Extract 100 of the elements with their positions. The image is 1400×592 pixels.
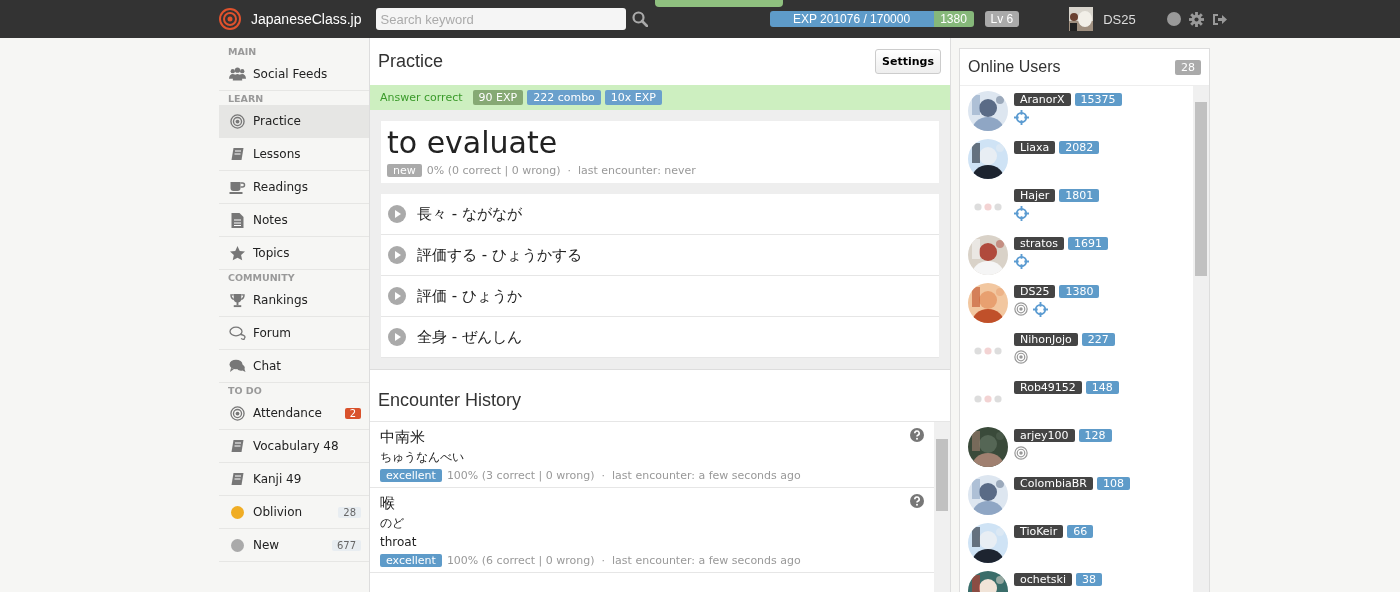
target-icon	[1014, 350, 1028, 364]
user-name[interactable]: ColombiaBR	[1014, 477, 1093, 490]
word-text: to evaluate	[387, 124, 559, 162]
panel-title: Practice	[378, 51, 444, 72]
score-badge: 1801	[1059, 189, 1100, 202]
sidebar-item[interactable]: Readings	[219, 171, 369, 204]
section-heading: TO DO	[227, 384, 263, 397]
feedback-text: Answer correct	[380, 91, 463, 104]
crosshair-icon	[1014, 206, 1029, 221]
item-label: Chat	[253, 359, 283, 373]
meaning-text: throat	[380, 534, 418, 551]
user-name[interactable]: Rob49152	[1014, 381, 1082, 394]
user-name[interactable]: DS25	[1014, 285, 1056, 298]
target-icon	[1014, 302, 1028, 316]
item-label: Lessons	[253, 147, 302, 161]
settings-icon[interactable]	[1188, 11, 1204, 27]
score-badge: 38	[1076, 573, 1102, 586]
item-label: New	[253, 538, 281, 552]
user-name[interactable]: DS25	[1103, 11, 1136, 27]
sidebar-item[interactable]: Chat	[219, 350, 369, 383]
site-name[interactable]: JapaneseClass.jp	[251, 11, 362, 27]
sidebar-item[interactable]: Notes	[219, 204, 369, 237]
score-badge: 148	[1085, 381, 1119, 394]
help-icon[interactable]	[910, 428, 924, 442]
user-name[interactable]: Liaxa	[1014, 141, 1056, 154]
count-badge: 677	[331, 539, 361, 551]
cup-icon	[229, 180, 246, 194]
sidebar-item[interactable]: Attendance 2	[219, 397, 369, 430]
user-name[interactable]: ochetski	[1014, 573, 1072, 586]
logo-icon[interactable]	[219, 8, 241, 30]
scrollbar[interactable]	[934, 422, 950, 592]
count-badge: 2	[344, 407, 361, 419]
play-icon	[388, 287, 406, 305]
sidebar-item[interactable]: Kanji 49	[219, 463, 369, 496]
exp-points: 1380	[933, 11, 974, 27]
document-icon	[229, 212, 246, 228]
target-icon	[229, 405, 246, 421]
user-name[interactable]: arjey100	[1014, 429, 1075, 442]
entry-stats: 100% (3 correct | 0 wrong) · last encounter: a few seconds ago	[446, 469, 801, 482]
score-badge: 128	[1078, 429, 1112, 442]
kanji-text: 喉	[380, 493, 396, 514]
sidebar-item[interactable]: Social Feeds	[219, 58, 369, 91]
sidebar-item[interactable]: Forum	[219, 317, 369, 350]
item-label: Oblivion	[253, 505, 304, 519]
user-name[interactable]: AranorX	[1014, 93, 1071, 106]
search-icon[interactable]	[631, 11, 648, 27]
sidebar-item[interactable]: New 677	[219, 529, 369, 562]
reading-text: ちゅうなんべい	[380, 449, 465, 466]
item-label: Social Feeds	[253, 67, 329, 81]
item-label: Notes	[253, 213, 289, 227]
reward-tag: 10x EXP	[604, 90, 662, 105]
loading-icon	[974, 203, 1002, 211]
user-name[interactable]: stratos	[1014, 237, 1065, 250]
item-label: Attendance	[253, 406, 323, 420]
trophy-icon	[229, 292, 246, 308]
book-icon	[229, 472, 246, 486]
target-icon	[229, 113, 246, 129]
reading-text: のど	[380, 515, 405, 532]
crosshair-icon	[1033, 302, 1048, 317]
book-icon	[229, 439, 246, 453]
exp-bar: EXP 201076 / 170000	[769, 11, 934, 27]
sidebar-item[interactable]: Vocabulary 48	[219, 430, 369, 463]
rating-tag: excellent	[380, 469, 442, 482]
sidebar-item[interactable]: Rankings	[219, 284, 369, 317]
user-name[interactable]: TioKeir	[1014, 525, 1064, 538]
score-badge: 15375	[1074, 93, 1122, 106]
chat-icon	[229, 326, 246, 340]
score-badge: 1380	[1059, 285, 1100, 298]
panel-title: Online Users	[968, 58, 1061, 76]
help-icon[interactable]	[910, 494, 924, 508]
sidebar-item[interactable]: Lessons	[219, 138, 369, 171]
star-icon	[229, 245, 246, 261]
user-name[interactable]: Hajer	[1014, 189, 1056, 202]
level-badge: Lv 6	[984, 11, 1020, 27]
play-icon	[388, 328, 406, 346]
crosshair-icon	[1014, 254, 1029, 269]
status-icon[interactable]	[1166, 12, 1181, 26]
item-label: Rankings	[253, 293, 309, 307]
logout-icon[interactable]	[1211, 12, 1227, 26]
status-tag: new	[387, 164, 422, 177]
panel-title: Encounter History	[378, 390, 522, 411]
reward-tag: 90 EXP	[472, 90, 524, 105]
section-heading: MAIN	[227, 45, 258, 58]
scrollbar[interactable]	[1193, 86, 1209, 592]
loading-icon	[974, 347, 1002, 355]
settings-button[interactable]: Settings	[875, 49, 941, 74]
count-badge: 28	[338, 506, 361, 518]
sidebar-item[interactable]: Oblivion 28	[219, 496, 369, 529]
section-heading: LEARN	[227, 92, 265, 105]
search-field[interactable]: Search keyword	[375, 8, 626, 30]
user-name[interactable]: NihonJojo	[1014, 333, 1078, 346]
score-badge: 1691	[1068, 237, 1109, 250]
count-badge: 28	[1175, 59, 1201, 75]
rating-tag: excellent	[380, 554, 442, 567]
score-badge: 227	[1081, 333, 1115, 346]
item-label: Kanji 49	[253, 472, 303, 486]
sidebar-item[interactable]: Practice	[219, 105, 369, 138]
reward-tag: 222 combo	[527, 90, 601, 105]
score-badge: 2082	[1059, 141, 1100, 154]
sidebar-item[interactable]: Topics	[219, 237, 369, 270]
